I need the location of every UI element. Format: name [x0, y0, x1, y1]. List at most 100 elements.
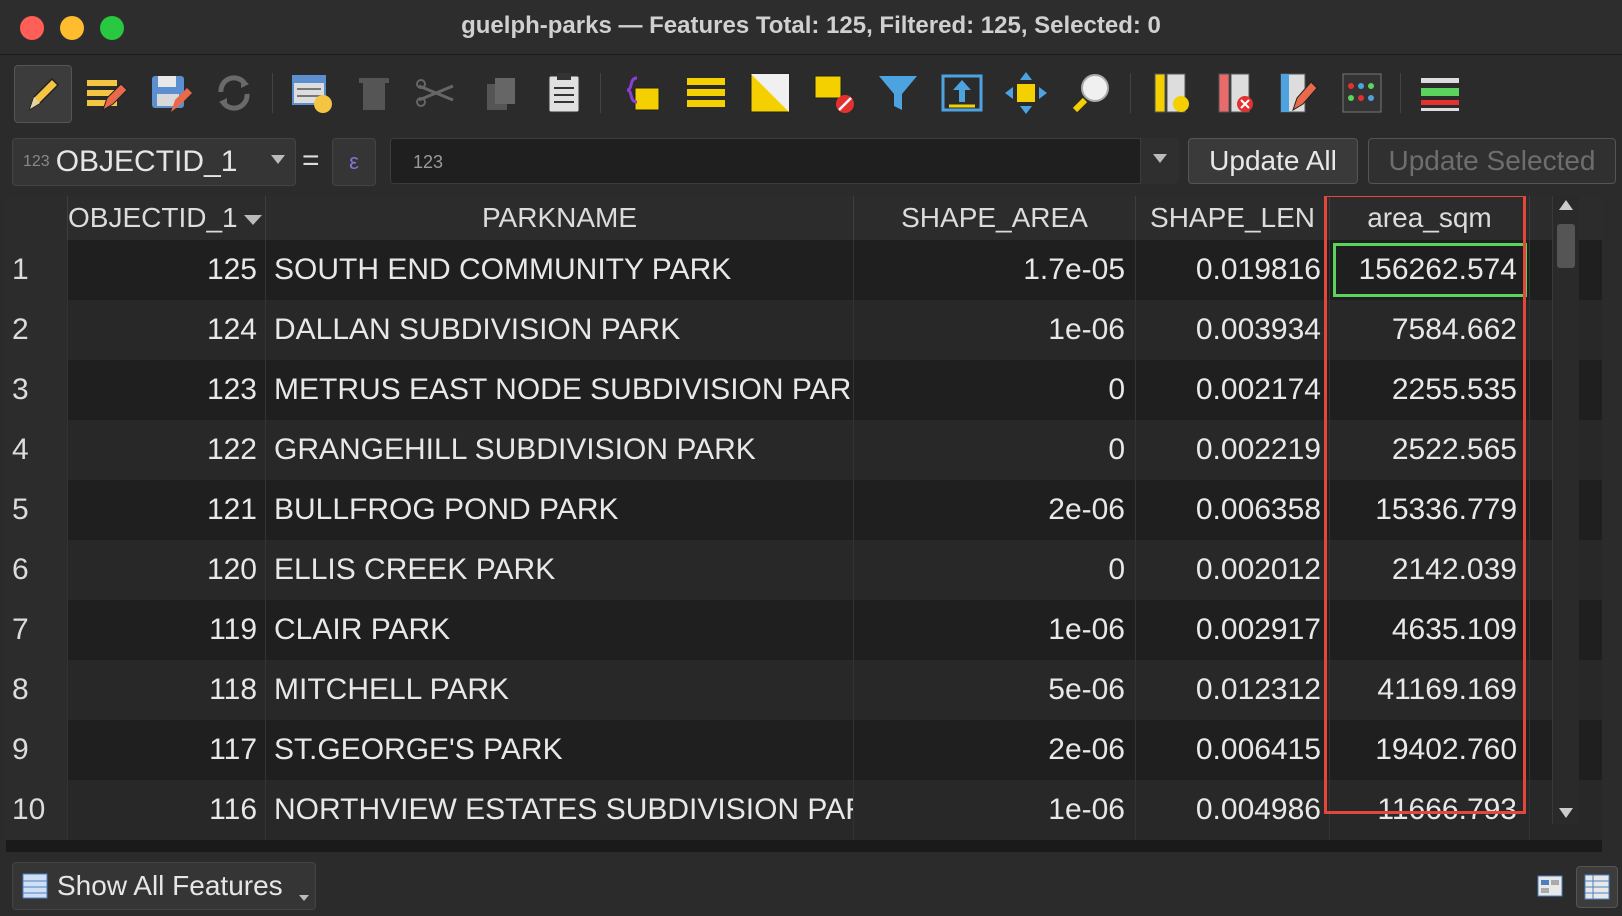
- area-sqm-cell[interactable]: 4635.109: [1330, 600, 1530, 660]
- invert-selection-button[interactable]: [742, 65, 798, 121]
- update-all-button[interactable]: Update All: [1188, 138, 1358, 184]
- area-sqm-cell[interactable]: 19402.760: [1330, 720, 1530, 780]
- area-sqm-cell[interactable]: 156262.574: [1330, 240, 1530, 300]
- objectid-cell[interactable]: 122: [68, 420, 266, 480]
- shape-len-cell[interactable]: 0.002219: [1136, 420, 1330, 480]
- column-header-shape-area[interactable]: SHAPE_AREA: [854, 196, 1136, 240]
- shape-area-cell[interactable]: 1e-06: [854, 780, 1136, 840]
- row-number-cell[interactable]: 9: [6, 720, 68, 780]
- shape-area-cell[interactable]: 2e-06: [854, 720, 1136, 780]
- filter-select-button[interactable]: [870, 65, 926, 121]
- table-view-button[interactable]: [1576, 866, 1618, 908]
- toggle-editing-button[interactable]: [14, 65, 72, 123]
- shape-len-cell[interactable]: 0.002917: [1136, 600, 1330, 660]
- field-select[interactable]: 123 OBJECTID_1: [12, 138, 296, 186]
- multi-edit-button[interactable]: [78, 65, 134, 121]
- parkname-cell[interactable]: ST.GEORGE'S PARK: [266, 720, 854, 780]
- shape-len-cell[interactable]: 0.002174: [1136, 360, 1330, 420]
- update-selected-button[interactable]: Update Selected: [1368, 138, 1616, 184]
- parkname-cell[interactable]: DALLAN SUBDIVISION PARK: [266, 300, 854, 360]
- row-number-cell[interactable]: 7: [6, 600, 68, 660]
- row-number-header[interactable]: [6, 196, 68, 240]
- objectid-cell[interactable]: 123: [68, 360, 266, 420]
- paste-button[interactable]: [536, 65, 592, 121]
- shape-len-cell[interactable]: 0.019816: [1136, 240, 1330, 300]
- scrollbar-thumb[interactable]: [1557, 224, 1575, 268]
- reload-button[interactable]: [206, 65, 262, 121]
- row-number-cell[interactable]: 10: [6, 780, 68, 840]
- vertical-scrollbar[interactable]: [1552, 196, 1579, 824]
- deselect-all-button[interactable]: [806, 65, 862, 121]
- area-sqm-cell[interactable]: 11666.793: [1330, 780, 1530, 840]
- shape-len-cell[interactable]: 0.003934: [1136, 300, 1330, 360]
- table-row[interactable]: 2 124 DALLAN SUBDIVISION PARK 1e-06 0.003934…: [6, 300, 1602, 360]
- row-number-cell[interactable]: 6: [6, 540, 68, 600]
- table-row[interactable]: 7 119 CLAIR PARK 1e-06 0.002917 4635.109: [6, 600, 1602, 660]
- column-header-area-sqm[interactable]: area_sqm: [1330, 196, 1530, 240]
- parkname-cell[interactable]: GRANGEHILL SUBDIVISION PARK: [266, 420, 854, 480]
- zoom-to-selection-button[interactable]: [1062, 65, 1118, 121]
- save-edits-button[interactable]: [142, 65, 198, 121]
- delete-selected-button[interactable]: [346, 65, 402, 121]
- parkname-cell[interactable]: ELLIS CREEK PARK: [266, 540, 854, 600]
- add-feature-button[interactable]: [284, 65, 340, 121]
- move-selection-top-button[interactable]: [934, 65, 990, 121]
- row-number-cell[interactable]: 4: [6, 420, 68, 480]
- parkname-cell[interactable]: SOUTH END COMMUNITY PARK: [266, 240, 854, 300]
- shape-area-cell[interactable]: 0: [854, 360, 1136, 420]
- shape-area-cell[interactable]: 1.7e-05: [854, 240, 1136, 300]
- value-input[interactable]: 123: [390, 138, 1178, 184]
- select-by-expression-button[interactable]: [614, 65, 670, 121]
- feature-filter-select[interactable]: Show All Features: [12, 862, 316, 910]
- table-row[interactable]: 1 125 SOUTH END COMMUNITY PARK 1.7e-05 0.019…: [6, 240, 1602, 300]
- objectid-cell[interactable]: 119: [68, 600, 266, 660]
- parkname-cell[interactable]: METRUS EAST NODE SUBDIVISION PARK: [266, 360, 854, 420]
- scroll-down-icon[interactable]: [1559, 808, 1573, 818]
- column-header-objectid[interactable]: OBJECTID_1: [68, 196, 266, 240]
- shape-area-cell[interactable]: 5e-06: [854, 660, 1136, 720]
- shape-len-cell[interactable]: 0.006415: [1136, 720, 1330, 780]
- shape-area-cell[interactable]: 2e-06: [854, 480, 1136, 540]
- form-view-button[interactable]: [1530, 866, 1570, 906]
- table-row[interactable]: 3 123 METRUS EAST NODE SUBDIVISION PARK 0 0.…: [6, 360, 1602, 420]
- field-calculator-button[interactable]: [1270, 65, 1326, 121]
- copy-button[interactable]: [472, 65, 528, 121]
- scroll-up-icon[interactable]: [1559, 200, 1573, 210]
- area-sqm-cell[interactable]: 2142.039: [1330, 540, 1530, 600]
- table-row[interactable]: 8 118 MITCHELL PARK 5e-06 0.012312 41169.169: [6, 660, 1602, 720]
- select-all-button[interactable]: [678, 65, 734, 121]
- row-number-cell[interactable]: 8: [6, 660, 68, 720]
- delete-field-button[interactable]: [1206, 65, 1262, 121]
- new-field-button[interactable]: [1142, 65, 1198, 121]
- table-row[interactable]: 5 121 BULLFROG POND PARK 2e-06 0.006358 15336…: [6, 480, 1602, 540]
- value-dropdown-button[interactable]: [1140, 138, 1179, 184]
- parkname-cell[interactable]: NORTHVIEW ESTATES SUBDIVISION PARK: [266, 780, 854, 840]
- objectid-cell[interactable]: 118: [68, 660, 266, 720]
- parkname-cell[interactable]: CLAIR PARK: [266, 600, 854, 660]
- area-sqm-cell[interactable]: 7584.662: [1330, 300, 1530, 360]
- row-number-cell[interactable]: 5: [6, 480, 68, 540]
- objectid-cell[interactable]: 117: [68, 720, 266, 780]
- pan-to-selection-button[interactable]: [998, 65, 1054, 121]
- shape-len-cell[interactable]: 0.004986: [1136, 780, 1330, 840]
- shape-area-cell[interactable]: 1e-06: [854, 600, 1136, 660]
- table-row[interactable]: 9 117 ST.GEORGE'S PARK 2e-06 0.006415 19402.7…: [6, 720, 1602, 780]
- shape-area-cell[interactable]: 1e-06: [854, 300, 1136, 360]
- column-header-shape-len[interactable]: SHAPE_LEN: [1136, 196, 1330, 240]
- column-header-parkname[interactable]: PARKNAME: [266, 196, 854, 240]
- table-row[interactable]: 6 120 ELLIS CREEK PARK 0 0.002012 2142.039: [6, 540, 1602, 600]
- shape-area-cell[interactable]: 0: [854, 420, 1136, 480]
- parkname-cell[interactable]: BULLFROG POND PARK: [266, 480, 854, 540]
- shape-len-cell[interactable]: 0.012312: [1136, 660, 1330, 720]
- row-number-cell[interactable]: 1: [6, 240, 68, 300]
- table-row[interactable]: 10 116 NORTHVIEW ESTATES SUBDIVISION PARK 1…: [6, 780, 1602, 840]
- table-row[interactable]: 4 122 GRANGEHILL SUBDIVISION PARK 0 0.002219…: [6, 420, 1602, 480]
- dock-table-button[interactable]: [1412, 65, 1468, 121]
- objectid-cell[interactable]: 120: [68, 540, 266, 600]
- objectid-cell[interactable]: 116: [68, 780, 266, 840]
- objectid-cell[interactable]: 121: [68, 480, 266, 540]
- area-sqm-cell[interactable]: 41169.169: [1330, 660, 1530, 720]
- expression-builder-button[interactable]: ε: [332, 138, 376, 186]
- cut-button[interactable]: [408, 65, 464, 121]
- row-number-cell[interactable]: 3: [6, 360, 68, 420]
